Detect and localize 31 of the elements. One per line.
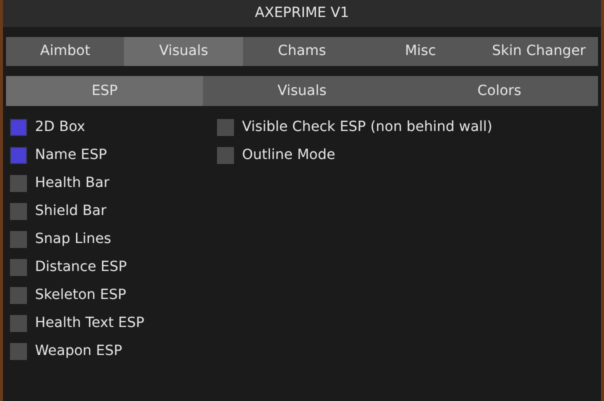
option-label: Weapon ESP — [35, 342, 122, 360]
subtab[interactable]: Visuals — [203, 76, 401, 106]
option-label: Health Text ESP — [35, 314, 144, 332]
option-label: Visible Check ESP (non behind wall) — [242, 118, 492, 136]
checkbox[interactable] — [10, 286, 27, 304]
option-label: Skeleton ESP — [35, 286, 126, 304]
option-label: Health Bar — [35, 174, 110, 192]
checkbox[interactable] — [10, 342, 27, 360]
tab[interactable]: Skin Changer — [480, 37, 598, 66]
checkbox[interactable] — [10, 146, 27, 164]
option-label: 2D Box — [35, 118, 86, 136]
checkbox[interactable] — [10, 118, 27, 136]
option-label: Snap Lines — [35, 230, 112, 248]
checkbox[interactable] — [217, 118, 234, 136]
option-label: Name ESP — [35, 146, 107, 164]
tab[interactable]: Misc — [361, 37, 480, 66]
checkbox[interactable] — [10, 314, 27, 332]
option-label: Shield Bar — [35, 202, 106, 220]
tab[interactable]: Visuals — [124, 37, 243, 66]
subtab[interactable]: Colors — [400, 76, 598, 106]
checkbox[interactable] — [217, 146, 234, 164]
subtab[interactable]: ESP — [6, 76, 204, 106]
option-label: Distance ESP — [35, 258, 127, 276]
tab[interactable]: Aimbot — [6, 37, 124, 66]
window-title: AXEPRIME V1 — [254, 4, 350, 23]
tab[interactable]: Chams — [242, 37, 362, 66]
checkbox[interactable] — [10, 174, 27, 192]
checkbox[interactable] — [10, 230, 27, 248]
checkbox[interactable] — [10, 258, 27, 276]
checkbox[interactable] — [10, 202, 27, 220]
option-label: Outline Mode — [242, 146, 336, 164]
